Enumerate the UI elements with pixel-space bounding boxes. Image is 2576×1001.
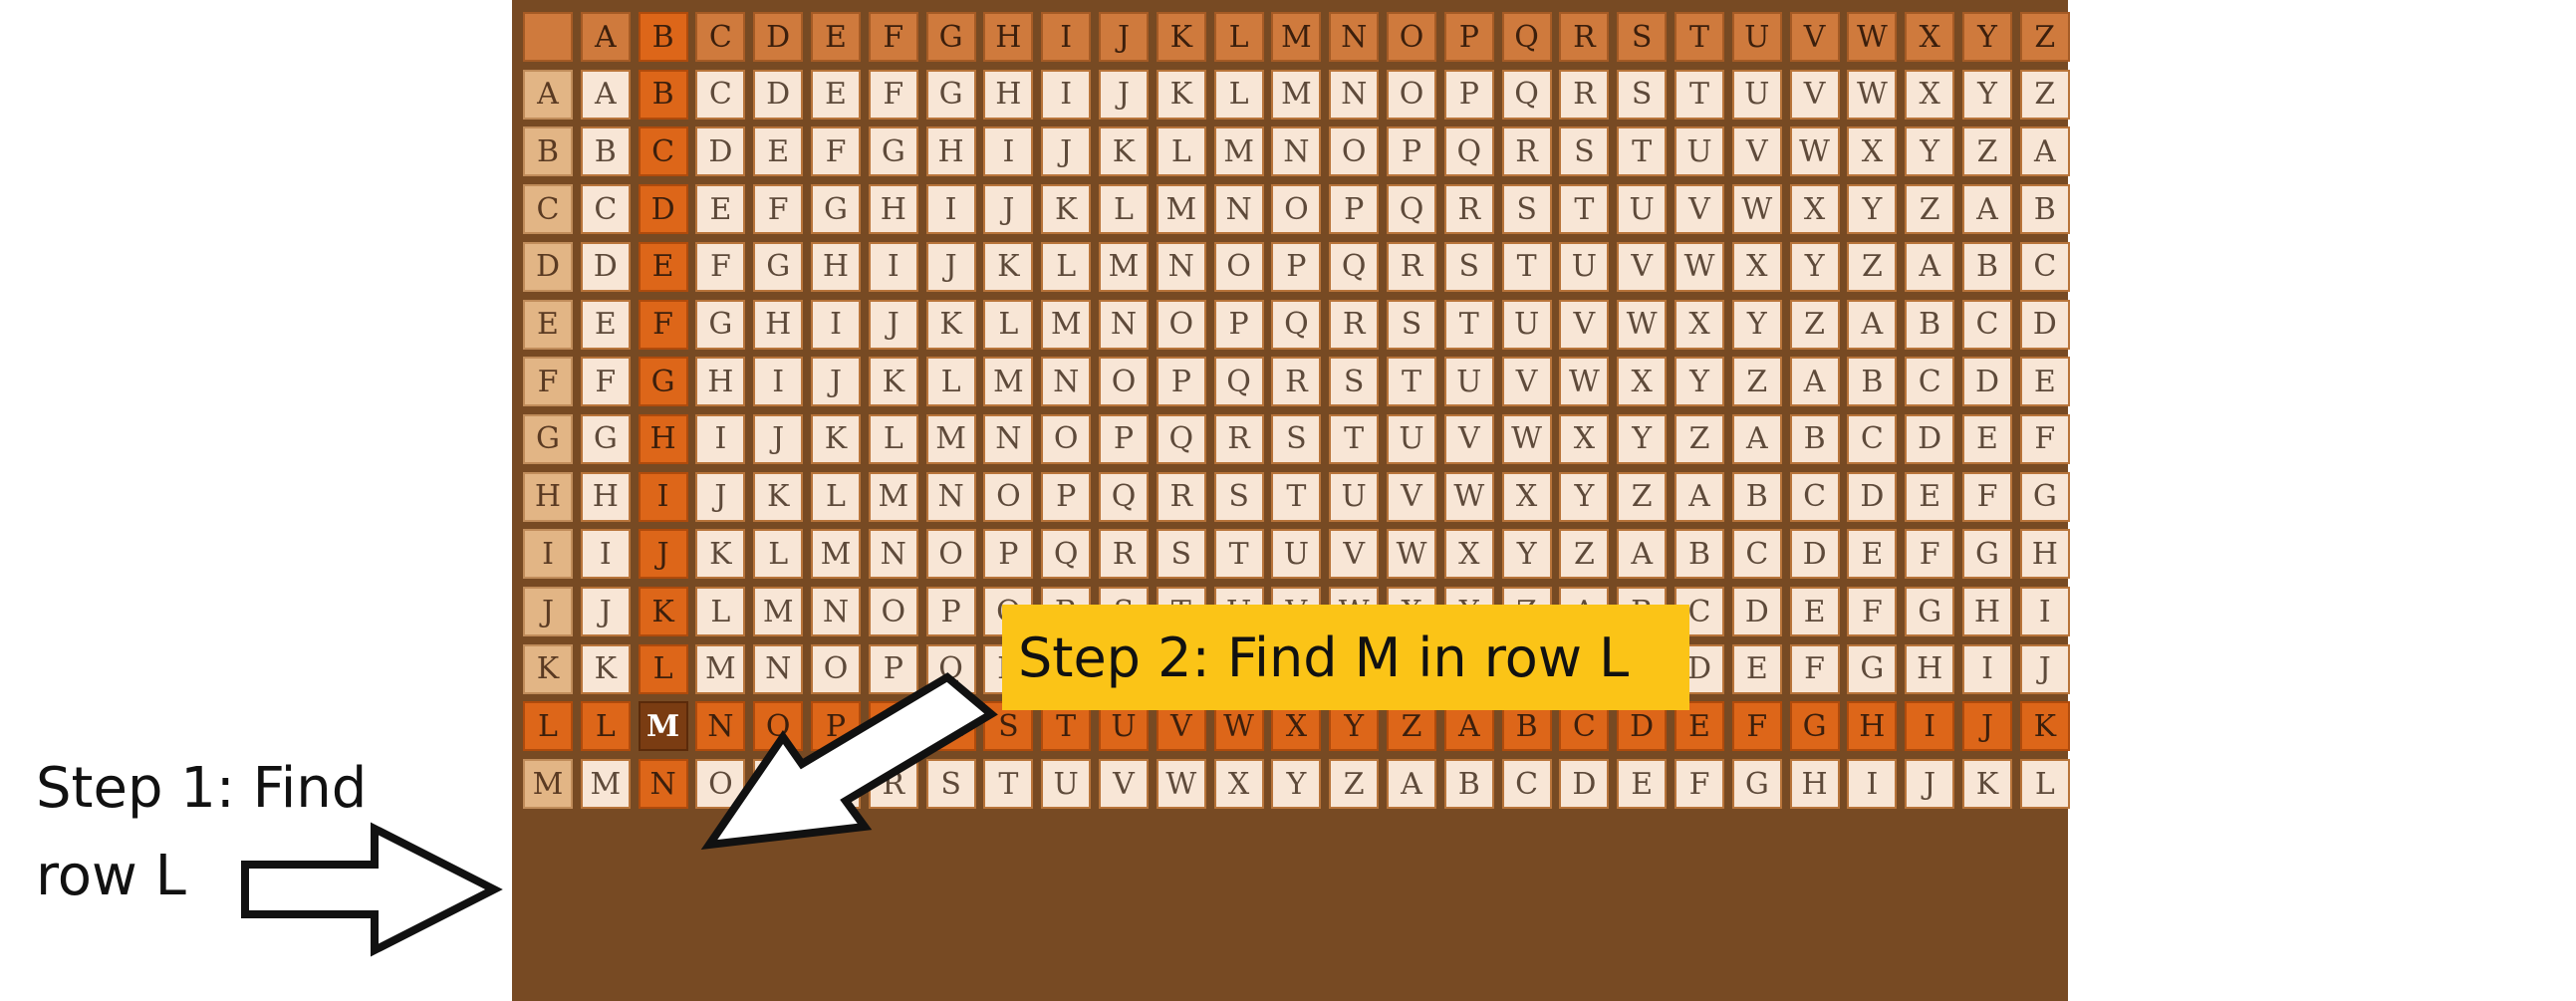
step2-callout: Step 2: Find M in row L	[1002, 605, 1689, 710]
annotation-arrows	[241, 672, 998, 957]
step1-arrow	[241, 822, 503, 957]
step2-annotation: Step 2: Find M in row L	[1018, 626, 1630, 689]
step2-arrow	[700, 672, 998, 850]
